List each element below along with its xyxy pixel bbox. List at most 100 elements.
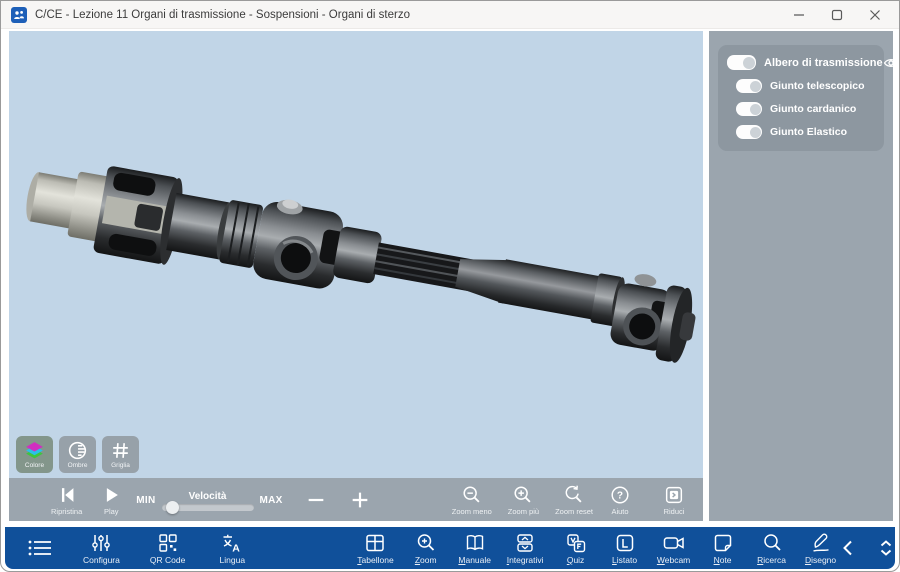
lingua-button[interactable]: A Lingua <box>215 532 249 565</box>
color-layers-icon <box>23 439 46 462</box>
minus-icon <box>305 489 327 511</box>
zoom-reset-button[interactable]: Zoom reset <box>555 484 593 516</box>
zoom-out-button[interactable]: Zoom meno <box>452 484 492 516</box>
telescopico-label: Giunto telescopico <box>770 80 865 92</box>
layer-row-albero: Albero di trasmissione <box>727 55 875 70</box>
right-side-panel: Albero di trasmissione Giunto telescopic… <box>709 31 893 521</box>
zoom-reset-icon <box>563 484 585 506</box>
app-window: C/CE - Lezione 11 Organi di trasmissione… <box>0 0 900 572</box>
griglia-label: Griglia <box>111 462 130 469</box>
tabellone-button[interactable]: Tabellone <box>357 532 393 565</box>
3d-viewport[interactable]: Colore Ombre Griglia <box>9 31 703 521</box>
help-icon: ? <box>609 484 631 506</box>
pen-icon <box>810 532 832 554</box>
max-label: MAX <box>260 495 283 506</box>
plus-icon <box>349 489 371 511</box>
note-label: Note <box>714 555 732 565</box>
ricerca-button[interactable]: Ricerca <box>755 532 789 565</box>
speed-slider-knob[interactable] <box>166 501 179 514</box>
webcam-button[interactable]: Webcam <box>657 532 691 565</box>
chevron-left-icon <box>838 537 858 559</box>
albero-toggle[interactable] <box>727 55 756 70</box>
skip-start-icon <box>56 484 78 506</box>
zoom-in-icon <box>415 532 437 554</box>
elastico-label: Giunto Elastico <box>770 126 847 138</box>
layer-row-cardanico: Giunto cardanico <box>727 102 875 116</box>
quiz-button[interactable]: Quiz <box>559 532 593 565</box>
configura-button[interactable]: Configura <box>83 532 120 565</box>
ombre-button[interactable]: Ombre <box>59 436 96 473</box>
shading-sphere-icon <box>66 439 89 462</box>
manuale-label: Manuale <box>458 555 491 565</box>
title-bar: C/CE - Lezione 11 Organi di trasmissione… <box>1 1 899 29</box>
zoom-button[interactable]: Zoom <box>409 532 443 565</box>
zoom-in-button[interactable]: Zoom più <box>508 484 539 516</box>
main-toolbar: Configura QR Code A Lingua <box>5 527 895 569</box>
zoom-in-icon <box>512 484 534 506</box>
sliders-icon <box>90 532 112 554</box>
velocita-label: Velocità <box>189 491 227 502</box>
playback-control-bar: Ripristina Play MIN Velocità MAX <box>9 478 703 521</box>
integrativi-label: Integrativi <box>507 555 544 565</box>
play-label: Play <box>104 507 119 516</box>
stacked-cards-icon <box>514 532 536 554</box>
ripristina-label: Ripristina <box>51 507 82 516</box>
true-false-icon <box>565 532 587 554</box>
elastico-toggle[interactable] <box>736 125 762 139</box>
integrativi-button[interactable]: Integrativi <box>507 532 544 565</box>
configura-label: Configura <box>83 555 120 565</box>
colore-label: Colore <box>25 462 44 469</box>
zoom-reset-label: Zoom reset <box>555 507 593 516</box>
cardanico-label: Giunto cardanico <box>770 103 856 115</box>
svg-text:?: ? <box>617 490 623 501</box>
webcam-label: Webcam <box>657 555 690 565</box>
note-button[interactable]: Note <box>706 532 740 565</box>
zoom-controls: Zoom meno Zoom più Zoo <box>452 484 689 516</box>
reduce-icon <box>663 484 685 506</box>
zoom-out-icon <box>461 484 483 506</box>
speed-increase-button[interactable] <box>349 489 371 511</box>
grid-icon <box>109 439 132 462</box>
qr-code-button[interactable]: QR Code <box>150 532 185 565</box>
listato-button[interactable]: Listato <box>608 532 642 565</box>
chevrons-up-down-icon <box>875 537 897 559</box>
board-grid-icon <box>364 532 386 554</box>
expand-collapse-button[interactable] <box>875 537 897 559</box>
app-logo-icon <box>11 7 27 23</box>
note-page-icon <box>712 532 734 554</box>
open-book-icon <box>464 532 486 554</box>
eye-icon[interactable] <box>883 57 899 69</box>
previous-button[interactable] <box>838 537 858 559</box>
griglia-button[interactable]: Griglia <box>102 436 139 473</box>
telescopico-toggle[interactable] <box>736 79 762 93</box>
manuale-button[interactable]: Manuale <box>458 532 492 565</box>
help-button[interactable]: ? Aiuto <box>609 484 631 516</box>
listato-label: Listato <box>612 555 637 565</box>
albero-label: Albero di trasmissione <box>764 57 883 69</box>
speed-decrease-button[interactable] <box>305 489 327 511</box>
qr-code-label: QR Code <box>150 555 185 565</box>
maximize-button[interactable] <box>831 9 843 21</box>
lingua-label: Lingua <box>220 555 246 565</box>
layers-card: Albero di trasmissione Giunto telescopic… <box>718 45 884 151</box>
colore-button[interactable]: Colore <box>16 436 53 473</box>
list-icon <box>27 537 53 559</box>
display-mode-buttons: Colore Ombre Griglia <box>16 436 139 473</box>
zoom-in-label: Zoom più <box>508 507 539 516</box>
window-title: C/CE - Lezione 11 Organi di trasmissione… <box>35 9 410 21</box>
layer-row-elastico: Giunto Elastico <box>727 125 875 139</box>
ripristina-button[interactable]: Ripristina <box>51 484 82 516</box>
close-button[interactable] <box>869 9 881 21</box>
shaft-tube <box>498 259 606 320</box>
help-label: Aiuto <box>611 507 628 516</box>
reduce-label: Riduci <box>664 507 685 516</box>
play-icon <box>100 484 122 506</box>
play-button[interactable]: Play <box>100 484 122 516</box>
menu-list-button[interactable] <box>27 537 53 559</box>
minimize-button[interactable] <box>793 9 805 21</box>
reduce-button[interactable]: Riduci <box>663 484 685 516</box>
speed-slider[interactable] <box>162 504 254 511</box>
search-icon <box>761 532 783 554</box>
disegno-button[interactable]: Disegno <box>804 532 838 565</box>
cardanico-toggle[interactable] <box>736 102 762 116</box>
